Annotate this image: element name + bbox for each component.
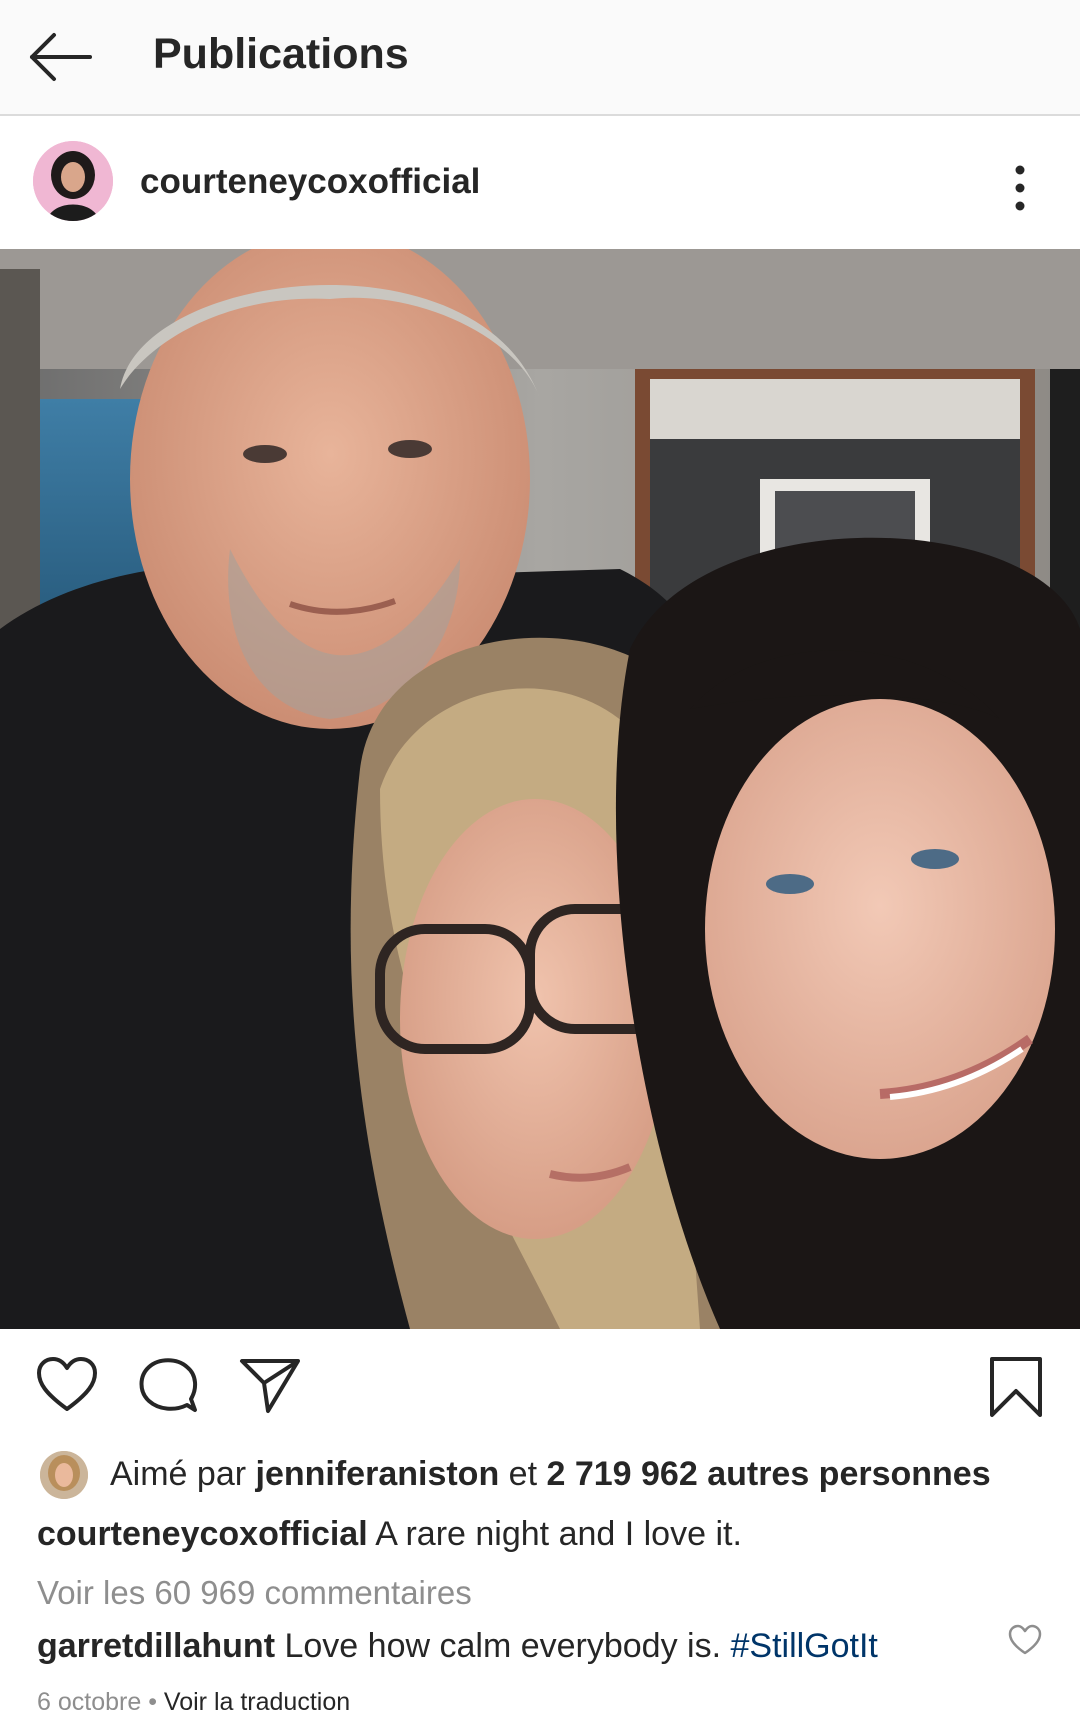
save-button[interactable] — [988, 1355, 1044, 1424]
share-button[interactable] — [238, 1355, 302, 1420]
post-photo[interactable] — [0, 249, 1080, 1329]
comment-username[interactable]: garretdillahunt — [37, 1627, 275, 1665]
more-vertical-icon — [1015, 165, 1025, 211]
author-username[interactable]: courteneycoxofficial — [140, 162, 480, 202]
bookmark-icon — [990, 1357, 1042, 1417]
post-meta: 6 octobre • Voir la traduction — [37, 1688, 350, 1717]
caption-username[interactable]: courteneycoxofficial — [37, 1515, 368, 1553]
selfie-photo — [0, 249, 1080, 1329]
avatar-image — [33, 141, 113, 221]
liker-avatar-image — [40, 1451, 88, 1499]
likes-text: Aimé par jenniferaniston et 2 719 962 au… — [110, 1455, 991, 1494]
liker-username[interactable]: jenniferaniston — [256, 1455, 500, 1493]
caption-text: A rare night and I love it. — [375, 1515, 742, 1553]
comment-button[interactable] — [137, 1355, 201, 1420]
likes-prefix: Aimé par — [110, 1455, 247, 1493]
comment-hashtag[interactable]: #StillGotIt — [730, 1627, 877, 1665]
comment-text: Love how calm everybody is. — [284, 1627, 722, 1665]
translate-link[interactable]: Voir la traduction — [164, 1688, 350, 1716]
top-comment: garretdillahunt Love how calm everybody … — [37, 1627, 878, 1666]
likes-count[interactable]: 2 719 962 autres personnes — [546, 1455, 990, 1493]
back-button[interactable] — [24, 24, 100, 90]
likes-summary: Aimé par jenniferaniston et 2 719 962 au… — [0, 1445, 1080, 1505]
meta-separator: • — [148, 1688, 157, 1716]
view-comments-link[interactable]: Voir les 60 969 commentaires — [37, 1574, 472, 1612]
paper-plane-icon — [240, 1359, 300, 1413]
heart-icon — [1008, 1624, 1042, 1655]
post-date: 6 octobre — [37, 1688, 142, 1716]
action-bar — [0, 1345, 1080, 1435]
author-avatar[interactable] — [33, 141, 113, 221]
page-title: Publications — [153, 30, 409, 78]
likes-connector: et — [508, 1455, 538, 1493]
post-header: courteneycoxofficial — [0, 118, 1080, 248]
comment-like-button[interactable] — [1008, 1624, 1042, 1656]
post-caption: courteneycoxofficial A rare night and I … — [37, 1515, 742, 1554]
arrow-left-icon — [30, 33, 92, 81]
top-bar: Publications — [0, 0, 1080, 116]
like-button[interactable] — [35, 1355, 99, 1420]
comment-bubble-icon — [139, 1358, 198, 1412]
more-options-button[interactable] — [1000, 158, 1040, 218]
heart-icon — [37, 1357, 97, 1411]
liker-avatar[interactable] — [40, 1451, 88, 1499]
